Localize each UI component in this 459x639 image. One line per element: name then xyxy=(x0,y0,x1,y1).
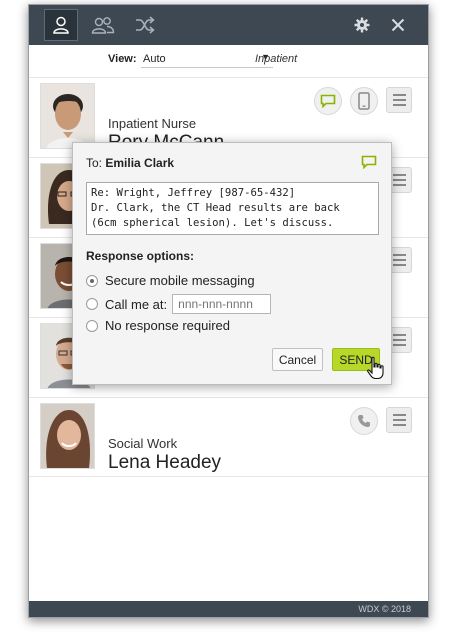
radio-button[interactable] xyxy=(86,298,98,310)
contact-role: Inpatient Nurse xyxy=(108,116,197,131)
mobile-button[interactable] xyxy=(350,87,378,115)
row-actions xyxy=(314,87,412,115)
group-icon xyxy=(91,17,115,34)
option-label: Secure mobile messaging xyxy=(105,273,255,288)
option-label: No response required xyxy=(105,318,231,333)
message-icon xyxy=(320,94,336,108)
mobile-icon xyxy=(358,92,370,110)
phone-number-input[interactable] xyxy=(172,294,272,314)
footer: WDX © 2018 xyxy=(29,601,428,617)
view-scope: Inpatient xyxy=(255,53,298,65)
to-label: To: xyxy=(86,156,103,170)
row-menu-button[interactable] xyxy=(386,407,412,433)
contact-row[interactable]: Social Work Lena Headey xyxy=(29,397,428,477)
view-select-value: Auto xyxy=(143,53,166,65)
row-menu-button[interactable] xyxy=(386,87,412,113)
view-bar: View: Auto ▼ Inpatient xyxy=(29,49,428,71)
option-call-me[interactable]: Call me at: xyxy=(86,294,272,314)
option-secure-messaging[interactable]: Secure mobile messaging xyxy=(86,273,255,288)
hand-cursor-icon xyxy=(367,356,384,380)
option-no-response[interactable]: No response required xyxy=(86,318,230,333)
row-actions xyxy=(350,407,412,435)
response-options-label: Response options: xyxy=(86,249,195,263)
option-label: Call me at: xyxy=(105,296,168,312)
message-button[interactable] xyxy=(314,87,342,115)
contact-role: Social Work xyxy=(108,436,178,451)
shuffle-icon xyxy=(136,16,155,34)
tab-individual[interactable] xyxy=(44,9,78,41)
contact-name: Lena Headey xyxy=(108,452,222,473)
message-icon xyxy=(361,155,377,172)
recipient: To: Emilia Clark xyxy=(86,156,174,170)
avatar xyxy=(40,403,95,469)
tab-shuffle[interactable] xyxy=(128,9,162,41)
radio-button[interactable] xyxy=(86,274,98,287)
call-button[interactable] xyxy=(350,407,378,435)
view-select[interactable]: Auto ▼ xyxy=(141,52,273,68)
message-dialog: To: Emilia Clark Re: Wright, Jeffrey [98… xyxy=(72,142,392,385)
close-button[interactable] xyxy=(381,9,415,41)
cancel-button[interactable]: Cancel xyxy=(272,348,323,371)
message-textarea[interactable]: Re: Wright, Jeffrey [987-65-432] Dr. Cla… xyxy=(86,182,379,235)
settings-button[interactable] xyxy=(345,9,379,41)
phone-icon xyxy=(358,415,370,427)
avatar xyxy=(40,83,95,149)
gear-icon xyxy=(354,17,370,33)
titlebar xyxy=(29,5,428,45)
radio-button[interactable] xyxy=(86,319,98,332)
recipient-name: Emilia Clark xyxy=(105,156,175,170)
close-icon xyxy=(391,18,405,32)
tab-group[interactable] xyxy=(86,9,120,41)
view-label: View: xyxy=(108,53,137,65)
person-icon xyxy=(53,16,69,34)
